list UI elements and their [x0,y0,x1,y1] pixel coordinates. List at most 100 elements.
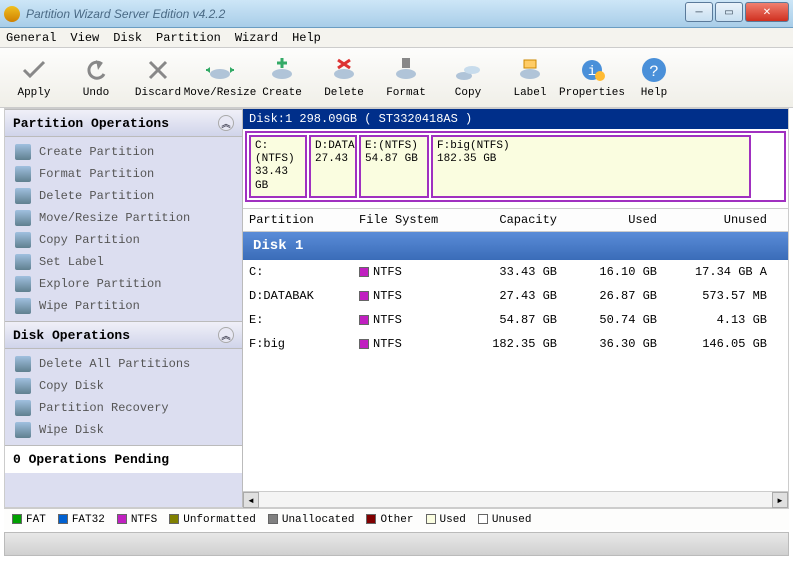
col-unused[interactable]: Unused [663,213,773,227]
menu-view[interactable]: View [70,31,99,45]
moveresize-button[interactable]: Move/Resize [190,50,250,106]
discard-button[interactable]: Discard [128,50,188,106]
cell-partition: D:DATABAK [243,289,353,303]
disk-op-copy-disk[interactable]: Copy Disk [5,375,242,397]
toolbar-label: Undo [83,87,109,99]
diskmap-partition[interactable]: F:big(NTFS)182.35 GB [431,135,751,198]
disk-op-partition-recovery[interactable]: Partition Recovery [5,397,242,419]
legend-swatch [12,514,22,524]
op-icon [15,356,31,372]
col-file-system[interactable]: File System [353,213,463,227]
menu-help[interactable]: Help [292,31,321,45]
op-label: Copy Partition [39,233,140,247]
fs-swatch [359,291,369,301]
cell-unused: 146.05 GB [663,337,773,351]
partition-row[interactable]: F:bigNTFS182.35 GB36.30 GB146.05 GB [243,332,788,356]
menu-wizard[interactable]: Wizard [235,31,278,45]
properties-button[interactable]: i Properties [562,50,622,106]
part-label: C:(NTFS) [255,140,301,166]
partition-row[interactable]: C:NTFS33.43 GB16.10 GB17.34 GB A [243,260,788,284]
diskmap-partition[interactable]: C:(NTFS)33.43 GB [249,135,307,198]
cell-capacity: 54.87 GB [463,313,563,327]
partition-op-copy-partition[interactable]: Copy Partition [5,229,242,251]
disk-header[interactable]: Disk:1 298.09GB ( ST3320418AS ) [243,109,788,129]
help-button[interactable]: ?Help [624,50,684,106]
menu-general[interactable]: General [6,31,56,45]
resize-icon [206,56,234,84]
partition-row[interactable]: E:NTFS54.87 GB50.74 GB4.13 GB [243,308,788,332]
partition-op-wipe-partition[interactable]: Wipe Partition [5,295,242,317]
format-button[interactable]: Format [376,50,436,106]
op-icon [15,188,31,204]
col-used[interactable]: Used [563,213,663,227]
format-icon [392,56,420,84]
col-capacity[interactable]: Capacity [463,213,563,227]
partition-op-move-resize-partition[interactable]: Move/Resize Partition [5,207,242,229]
toolbar-label: Properties [559,87,625,99]
disk-group-row[interactable]: Disk 1 [243,232,788,260]
cell-unused: 17.34 GB A [663,265,773,279]
partition-ops-header[interactable]: Partition Operations ︽ [5,109,242,137]
delete-button[interactable]: Delete [314,50,374,106]
op-icon [15,378,31,394]
scroll-right-button[interactable]: ► [772,492,788,508]
props-icon: i [578,56,606,84]
diskmap-partition[interactable]: E:(NTFS)54.87 GB [359,135,429,198]
disk-ops-header[interactable]: Disk Operations ︽ [5,321,242,349]
partition-op-delete-partition[interactable]: Delete Partition [5,185,242,207]
op-icon [15,144,31,160]
apply-button[interactable]: Apply [4,50,64,106]
cell-filesystem: NTFS [353,313,463,327]
toolbar-label: Discard [135,87,181,99]
fs-swatch [359,267,369,277]
delete-icon [330,56,358,84]
toolbar-label: Copy [455,87,481,99]
op-label: Delete Partition [39,189,154,203]
toolbar-label: Apply [17,87,50,99]
scroll-track[interactable] [259,492,772,507]
fs-swatch [359,315,369,325]
operations-pending: 0 Operations Pending [5,445,242,473]
close-button[interactable]: ✕ [745,2,789,22]
op-icon [15,232,31,248]
diskmap-partition[interactable]: D:DATA27.43 [309,135,357,198]
disk-op-delete-all-partitions[interactable]: Delete All Partitions [5,353,242,375]
copy-icon [454,56,482,84]
horizontal-scrollbar[interactable]: ◄ ► [243,491,788,507]
menu-disk[interactable]: Disk [113,31,142,45]
partition-op-set-label[interactable]: Set Label [5,251,242,273]
cell-used: 50.74 GB [563,313,663,327]
partition-op-create-partition[interactable]: Create Partition [5,141,242,163]
partition-op-explore-partition[interactable]: Explore Partition [5,273,242,295]
menu-partition[interactable]: Partition [156,31,221,45]
minimize-button[interactable]: ─ [685,2,713,22]
copy-button[interactable]: Copy [438,50,498,106]
undo-button[interactable]: Undo [66,50,126,106]
title-bar: Partition Wizard Server Edition v4.2.2 ─… [0,0,793,28]
toolbar-label: Delete [324,87,364,99]
op-label: Wipe Partition [39,299,140,313]
disk-op-wipe-disk[interactable]: Wipe Disk [5,419,242,441]
col-partition[interactable]: Partition [243,213,353,227]
maximize-button[interactable]: ▭ [715,2,743,22]
op-label: Set Label [39,255,104,269]
svg-text:?: ? [649,63,659,81]
cell-capacity: 33.43 GB [463,265,563,279]
legend: FATFAT32NTFSUnformattedUnallocatedOtherU… [4,508,789,530]
partition-row[interactable]: D:DATABAKNTFS27.43 GB26.87 GB573.57 MB [243,284,788,308]
op-label: Format Partition [39,167,154,181]
partition-op-format-partition[interactable]: Format Partition [5,163,242,185]
sidebar: Partition Operations ︽ Create Partition F… [5,109,243,507]
op-label: Copy Disk [39,379,104,393]
label-button[interactable]: Label [500,50,560,106]
toolbar-label: Create [262,87,302,99]
scroll-left-button[interactable]: ◄ [243,492,259,508]
cell-unused: 573.57 MB [663,289,773,303]
op-icon [15,254,31,270]
create-button[interactable]: Create [252,50,312,106]
toolbar-label: Move/Resize [184,87,257,99]
label-icon [516,56,544,84]
legend-used: Used [426,514,466,526]
check-icon [20,56,48,84]
part-size: 54.87 GB [365,153,423,166]
